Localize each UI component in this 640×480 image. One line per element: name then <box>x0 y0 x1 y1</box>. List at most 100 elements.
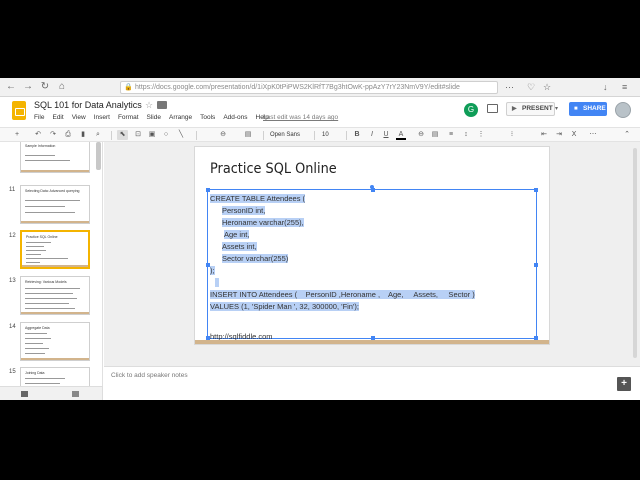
menu-insert[interactable]: Insert <box>94 114 110 121</box>
slide-thumbnail[interactable]: Selecting Data: Advanced querying <box>20 185 90 224</box>
menu-tools[interactable]: Tools <box>200 114 215 121</box>
code-line[interactable]: Sector varchar(255) <box>222 253 289 265</box>
slide-thumbnail[interactable]: Aggregate Data <box>20 322 90 361</box>
comment-icon[interactable]: ▤ <box>243 130 253 140</box>
folder-icon[interactable] <box>157 101 167 109</box>
underline-button[interactable]: U <box>381 130 391 140</box>
document-title[interactable]: SQL 101 for Data Analytics <box>34 100 142 110</box>
reload-icon[interactable]: ↻ <box>39 81 51 93</box>
thumbnail-line <box>25 206 65 207</box>
filmstrip-view-icon[interactable] <box>21 391 28 397</box>
add-slide-icon[interactable]: + <box>12 130 22 140</box>
slide-thumbnail[interactable]: Sample Information <box>20 142 90 173</box>
bulleted-list-icon[interactable]: ⁝ <box>507 130 517 140</box>
code-line[interactable]: VALUES (1, 'Spider Man ', 32, 300000, 'F… <box>210 301 359 313</box>
more-icon[interactable]: ⋯ <box>588 130 598 140</box>
slide-thumbnail[interactable]: Retrieving: Various Models <box>20 276 90 315</box>
forward-icon[interactable]: → <box>22 81 34 93</box>
bold-button[interactable]: B <box>352 130 362 140</box>
redo-icon[interactable]: ↷ <box>48 130 58 140</box>
code-text <box>215 278 219 287</box>
paint-format-icon[interactable]: ▮ <box>78 130 88 140</box>
slides-logo-icon[interactable] <box>12 101 26 120</box>
menu-arrange[interactable]: Arrange <box>169 114 192 121</box>
collapse-toolbar-icon[interactable]: ⌃ <box>622 130 632 140</box>
page-actions-icon[interactable]: ⋯ <box>505 82 514 92</box>
menu-slide[interactable]: Slide <box>147 114 161 121</box>
undo-icon[interactable]: ↶ <box>33 130 43 140</box>
decrease-indent-icon[interactable]: ⇤ <box>539 130 549 140</box>
menu-edit[interactable]: Edit <box>52 114 63 121</box>
align-icon[interactable]: ≡ <box>446 130 456 140</box>
pocket-icon[interactable]: ♡ <box>527 82 535 92</box>
font-selector[interactable]: Open Sans <box>270 130 310 141</box>
add-comment-icon[interactable]: ▤ <box>430 130 440 140</box>
code-line[interactable]: PersonID int, <box>222 205 266 217</box>
increase-indent-icon[interactable]: ⇥ <box>554 130 564 140</box>
code-line[interactable]: CREATE TABLE Attendees ( <box>210 193 306 205</box>
shape-icon[interactable]: ○ <box>161 130 171 140</box>
line-icon[interactable]: ╲ <box>176 130 186 140</box>
bookmark-star-icon[interactable]: ☆ <box>543 82 551 92</box>
filmstrip-scrollbar[interactable] <box>96 142 101 170</box>
resize-handle[interactable] <box>371 188 375 192</box>
menu-addons[interactable]: Add-ons <box>223 114 247 121</box>
menu-view[interactable]: View <box>72 114 86 121</box>
resize-handle[interactable] <box>206 188 210 192</box>
link-icon[interactable]: ⊖ <box>218 130 228 140</box>
code-line[interactable]: Assets int, <box>222 241 257 253</box>
code-line[interactable] <box>215 277 219 289</box>
numbered-list-icon[interactable]: ⋮ <box>476 130 486 140</box>
speaker-notes[interactable]: Click to add speaker notes + <box>104 366 640 400</box>
code-text: Assets int, <box>222 242 257 251</box>
toolbar-divider <box>314 131 315 140</box>
present-dropdown-icon[interactable]: ▾ <box>555 102 564 116</box>
home-icon[interactable]: ⌂ <box>56 81 68 93</box>
code-line[interactable]: ); <box>210 265 215 277</box>
menu-file[interactable]: File <box>34 114 44 121</box>
grid-view-icon[interactable] <box>72 391 79 397</box>
code-line[interactable]: Age int, <box>224 229 250 241</box>
editor-scrollbar[interactable] <box>633 148 637 358</box>
line-spacing-icon[interactable]: ↕ <box>461 130 471 140</box>
print-icon[interactable]: ⎙ <box>63 130 73 140</box>
star-icon[interactable]: ☆ <box>145 100 153 111</box>
thumbnail-line <box>25 378 65 379</box>
present-button[interactable]: PRESENT <box>506 102 555 116</box>
insert-link-icon[interactable]: ⊖ <box>416 130 426 140</box>
thumbnail-line <box>26 254 41 255</box>
code-line[interactable]: Heroname varchar(255), <box>222 217 304 229</box>
thumbnail-line <box>25 343 43 344</box>
speaker-notes-placeholder[interactable]: Click to add speaker notes <box>111 372 188 379</box>
downloads-icon[interactable]: ↓ <box>603 82 608 92</box>
comments-icon[interactable] <box>487 104 498 113</box>
zoom-icon[interactable]: ⌕ <box>93 130 103 140</box>
slide-thumbnail[interactable]: Joining Data <box>20 367 90 386</box>
menu-format[interactable]: Format <box>118 114 139 121</box>
text-color-button[interactable]: A <box>396 130 406 140</box>
italic-button[interactable]: I <box>367 130 377 140</box>
slide-thumbnail[interactable]: Practice SQL Online <box>20 230 90 269</box>
thumbnail-bar <box>21 221 89 223</box>
avatar[interactable] <box>615 102 631 118</box>
explore-button[interactable]: + <box>617 377 631 391</box>
select-tool-icon[interactable]: ⬉ <box>117 130 128 140</box>
thumbnail-line <box>25 348 49 349</box>
resize-handle[interactable] <box>534 263 538 267</box>
resize-handle[interactable] <box>534 188 538 192</box>
slide-canvas[interactable]: Practice SQL Online CREATE TABLE Attende… <box>194 146 550 345</box>
browser-menu-icon[interactable]: ≡ <box>622 82 627 92</box>
text-box-icon[interactable]: ⊡ <box>133 130 143 140</box>
slide-title[interactable]: Practice SQL Online <box>210 161 337 177</box>
thumbnail-bar <box>21 170 89 172</box>
share-button[interactable]: SHARE <box>569 102 607 116</box>
address-bar[interactable]: 🔒 https://docs.google.com/presentation/d… <box>120 81 498 94</box>
thumbnail-line <box>25 308 75 309</box>
collaborator-icon[interactable]: G <box>464 103 478 117</box>
last-edit-link[interactable]: Last edit was 14 days ago <box>263 114 338 121</box>
code-line[interactable]: INSERT INTO Attendees ( PersonID ,Herona… <box>210 289 475 301</box>
back-icon[interactable]: ← <box>5 81 17 93</box>
image-icon[interactable]: ▣ <box>147 130 157 140</box>
clear-formatting-icon[interactable]: Ⅹ <box>569 130 579 140</box>
font-size-selector[interactable]: 10 <box>322 130 342 141</box>
